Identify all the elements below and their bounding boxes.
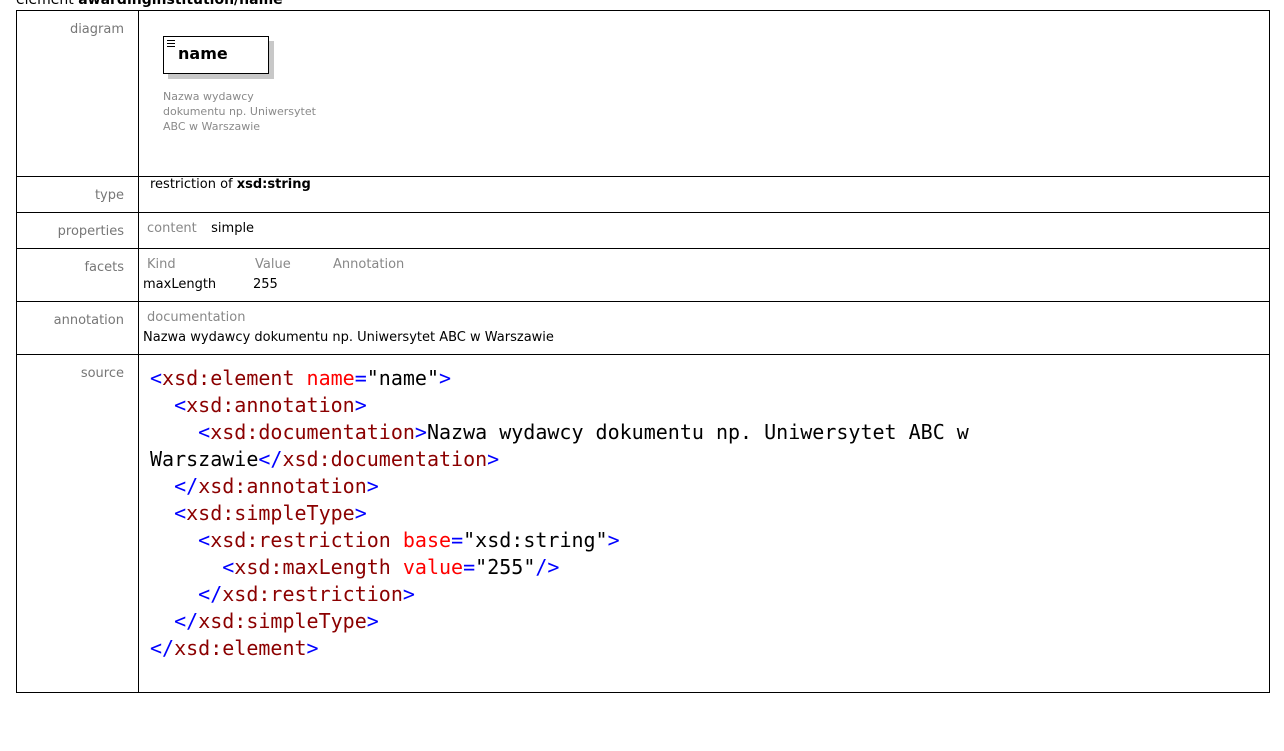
source-cell: <xsd:element name="name"> <xsd:annotatio… [138,354,1270,693]
type-prefix: restriction of [150,177,233,192]
row-type: type restriction of xsd:string [16,176,1270,213]
element-box[interactable]: name [163,36,269,74]
label-diagram: diagram [16,10,139,177]
facet-value: 255 [253,277,278,292]
title-prefix: element [16,0,74,8]
row-source: source <xsd:element name="name"> <xsd:an… [16,354,1270,693]
annotation-grid: documentation Nazwa wydawcy dokumentu np… [139,302,1269,354]
label-type: type [16,176,139,213]
facets-cell: Kind Value Annotation maxLength 255 [138,248,1270,302]
diagram-cell: name Nazwa wydawcy dokumentu np. Uniwers… [138,10,1270,177]
properties-cell: content simple [138,212,1270,249]
title-element-name: awardinginstitution/name [78,0,283,8]
diagram-canvas: name Nazwa wydawcy dokumentu np. Uniwers… [139,11,1269,176]
element-box-name: name [178,44,228,63]
doc-line: ABC w Warszawie [163,120,261,133]
label-facets: facets [16,248,139,302]
diagram-documentation: Nazwa wydawcy dokumentu np. Uniwersytet … [163,89,463,134]
label-properties: properties [16,212,139,249]
property-key: content [147,221,197,236]
facet-header-annotation: Annotation [333,257,405,272]
row-annotation: annotation documentation Nazwa wydawcy d… [16,301,1270,355]
type-value: restriction of xsd:string [138,176,1270,213]
facet-kind: maxLength [143,277,217,292]
annotation-cell: documentation Nazwa wydawcy dokumentu np… [138,301,1270,355]
facet-header-value: Value [255,257,291,272]
annotation-header: documentation [147,310,246,325]
element-doc-table: diagram name Nazwa wydawcy dokumentu np.… [16,10,1270,693]
label-annotation: annotation [16,301,139,355]
facets-grid: Kind Value Annotation maxLength 255 [139,249,1269,301]
source-code: <xsd:element name="name"> <xsd:annotatio… [150,366,969,660]
properties-grid: content simple [139,213,1269,236]
facet-header-kind: Kind [147,257,176,272]
doc-line: Nazwa wydawcy [163,90,254,103]
page-title: element awardinginstitution/name [16,0,283,8]
annotation-text: Nazwa wydawcy dokumentu np. Uniwersytet … [143,330,554,345]
element-lines-icon [167,40,175,49]
label-source: source [16,354,139,693]
row-diagram: diagram name Nazwa wydawcy dokumentu np.… [16,10,1270,177]
type-base[interactable]: xsd:string [237,177,311,192]
row-facets: facets Kind Value Annotation maxLength 2… [16,248,1270,302]
row-properties: properties content simple [16,212,1270,249]
doc-line: dokumentu np. Uniwersytet [163,105,316,118]
property-value: simple [211,221,255,236]
